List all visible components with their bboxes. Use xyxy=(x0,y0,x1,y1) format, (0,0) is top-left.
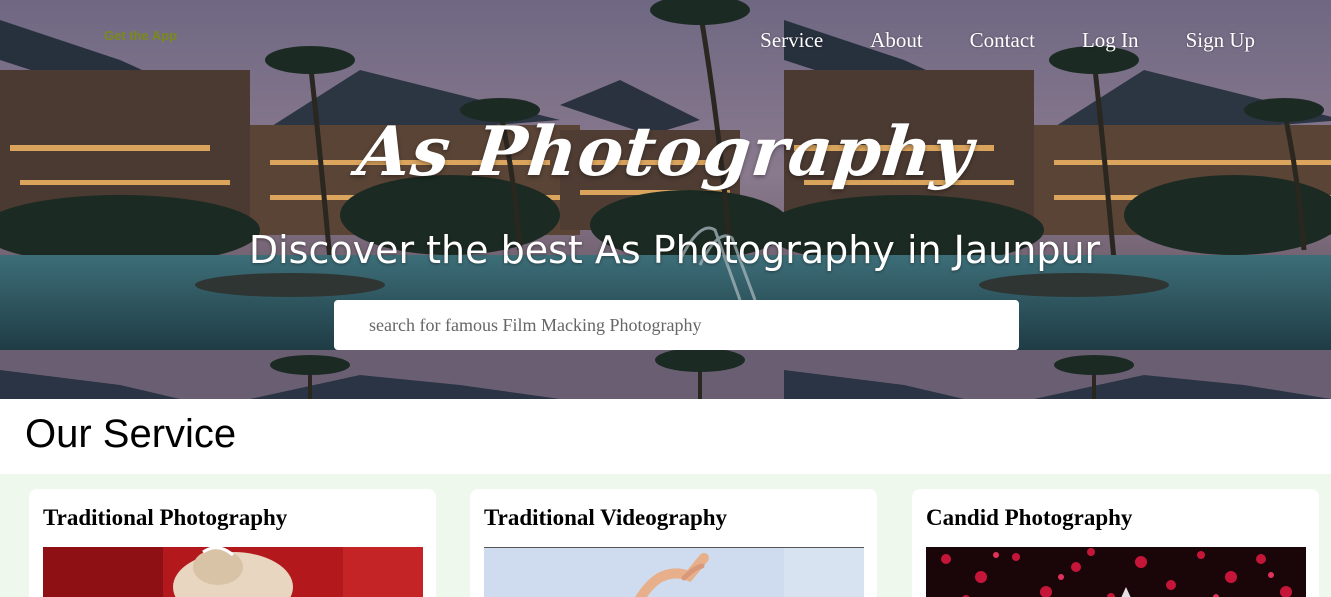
main-nav: Service About Contact Log In Sign Up xyxy=(760,28,1255,53)
card-title: Traditional Videography xyxy=(484,505,728,530)
hero-tagline: Discover the best As Photography in Jaun… xyxy=(248,228,1101,272)
nav-sign-up[interactable]: Sign Up xyxy=(1186,28,1255,53)
get-the-app-link[interactable]: Get the App xyxy=(104,28,177,43)
service-card-candid-photography[interactable]: Candid Photography xyxy=(912,489,1319,597)
service-card-traditional-videography[interactable]: Traditional Videography xyxy=(470,489,877,597)
card-title: Traditional Photography xyxy=(43,505,288,530)
card-image xyxy=(484,547,864,597)
service-card-traditional-photography[interactable]: Traditional Photography xyxy=(29,489,436,597)
nav-log-in[interactable]: Log In xyxy=(1082,28,1139,53)
section-title-our-service: Our Service xyxy=(25,412,237,456)
nav-contact[interactable]: Contact xyxy=(970,28,1035,53)
hero-banner: Get the App Service About Contact Log In… xyxy=(0,0,1331,399)
nav-service[interactable]: Service xyxy=(760,28,823,53)
search-input[interactable] xyxy=(334,300,1019,350)
card-image xyxy=(43,547,423,597)
card-title: Candid Photography xyxy=(926,505,1133,530)
brand-title: As Photography xyxy=(353,112,978,192)
card-image xyxy=(926,547,1306,597)
nav-about[interactable]: About xyxy=(870,28,923,53)
